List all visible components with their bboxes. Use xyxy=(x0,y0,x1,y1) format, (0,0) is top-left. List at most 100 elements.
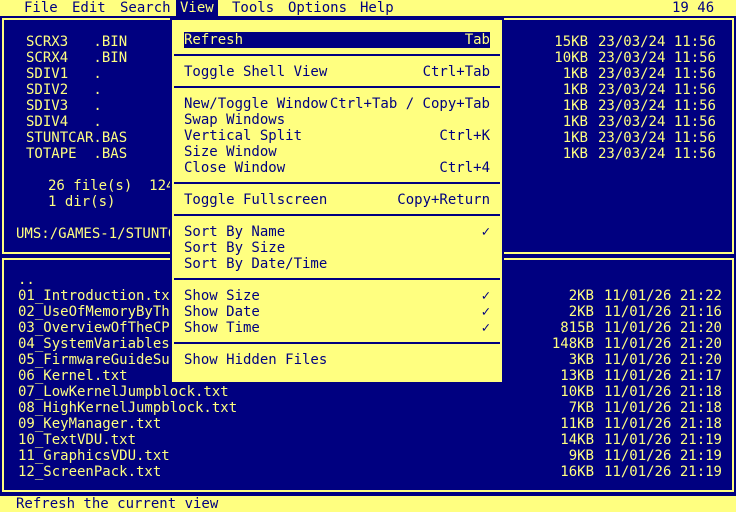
file-size: 16KB xyxy=(560,464,594,480)
menu-item-shortcut: Ctrl+4 xyxy=(439,160,490,176)
status-bar: Refresh the current view xyxy=(0,496,736,512)
menu-item-label: Vertical Split xyxy=(184,128,303,144)
menu-item-show-size[interactable]: Show Size ✓ xyxy=(184,288,490,304)
file-name: SDIV4 . xyxy=(26,114,102,130)
checkmark-icon: ✓ xyxy=(481,288,490,304)
menu-item-label: Show Size xyxy=(184,288,260,304)
file-date: 11/01/26 21:20 xyxy=(603,320,722,336)
file-date: 23/03/24 11:56 xyxy=(597,98,716,114)
file-date: 23/03/24 11:56 xyxy=(597,146,716,162)
menu-file[interactable]: File xyxy=(24,0,58,16)
file-date: 23/03/24 11:56 xyxy=(597,114,716,130)
status-text: Refresh the current view xyxy=(16,496,219,512)
file-name: STUNTCAR.BAS xyxy=(26,130,128,146)
menu-help[interactable]: Help xyxy=(360,0,394,16)
checkmark-icon: ✓ xyxy=(481,304,490,320)
file-name: 05_FirmwareGuideSum xyxy=(18,352,179,368)
view-menu-dropdown[interactable]: Refresh Tab Toggle Shell View Ctrl+Tab New/T… xyxy=(170,18,504,384)
menu-item-label: Sort By Size xyxy=(184,240,286,256)
menu-item-label: Toggle Shell View xyxy=(184,64,328,80)
file-name: SDIV3 . xyxy=(26,98,102,114)
menu-item-label: Size Window xyxy=(184,144,277,160)
checkmark-icon: ✓ xyxy=(481,320,490,336)
menu-item-label: Sort By Date/Time xyxy=(184,256,328,272)
file-size: 15KB xyxy=(554,34,588,50)
menu-item-refresh[interactable]: Refresh Tab xyxy=(184,32,490,48)
file-size: 13KB xyxy=(560,368,594,384)
file-name: 06_Kernel.txt xyxy=(18,368,128,384)
file-date: 11/01/26 21:17 xyxy=(603,368,722,384)
menu-item-sort-by-name[interactable]: Sort By Name ✓ xyxy=(184,224,490,240)
menu-item-new-toggle-window[interactable]: New/Toggle Window Ctrl+Tab / Copy+Tab xyxy=(184,96,490,112)
file-row[interactable]: 08_HighKernelJumpblock.txt 7KB 11/01/26 21… xyxy=(18,400,722,416)
menu-item-label: Close Window xyxy=(184,160,286,176)
menu-item-label: Show Hidden Files xyxy=(184,352,328,368)
file-row[interactable]: 07_LowKernelJumpblock.txt 10KB 11/01/26 21… xyxy=(18,384,722,400)
menu-item-show-date[interactable]: Show Date ✓ xyxy=(184,304,490,320)
file-name: 02_UseOfMemoryByThe xyxy=(18,304,179,320)
top-summary-dirs: 1 dir(s) xyxy=(48,194,116,210)
file-size: 1KB xyxy=(562,114,588,130)
file-row[interactable]: 09_KeyManager.txt 11KB 11/01/26 21:18 xyxy=(18,416,722,432)
menu-item-label: Show Time xyxy=(184,320,260,336)
file-size: 1KB xyxy=(562,66,588,82)
file-date: 11/01/26 21:16 xyxy=(603,304,722,320)
file-size: 3KB xyxy=(568,352,594,368)
file-name: 01_Introduction.txt xyxy=(18,288,179,304)
menu-tools[interactable]: Tools xyxy=(232,0,274,16)
file-size: 2KB xyxy=(568,288,594,304)
menu-item-toggle-shell-view[interactable]: Toggle Shell View Ctrl+Tab xyxy=(184,64,490,80)
menu-item-toggle-fullscreen[interactable]: Toggle Fullscreen Copy+Return xyxy=(184,192,490,208)
file-date: 11/01/26 21:20 xyxy=(603,336,722,352)
file-date: 11/01/26 21:22 xyxy=(603,288,722,304)
file-size: 148KB xyxy=(551,336,594,352)
file-size: 11KB xyxy=(560,416,594,432)
file-size: 1KB xyxy=(562,130,588,146)
file-size: 1KB xyxy=(562,146,588,162)
file-date: 23/03/24 11:56 xyxy=(597,50,716,66)
file-size: 2KB xyxy=(568,304,594,320)
file-row[interactable]: 10_TextVDU.txt 14KB 11/01/26 21:19 xyxy=(18,432,722,448)
file-date: 23/03/24 11:56 xyxy=(597,34,716,50)
menu-item-show-hidden-files[interactable]: Show Hidden Files xyxy=(184,352,490,368)
clock: 19 46 xyxy=(672,0,715,16)
file-size: 1KB xyxy=(562,98,588,114)
file-row[interactable]: 11_GraphicsVDU.txt 9KB 11/01/26 21:19 xyxy=(18,448,722,464)
parent-dir-entry[interactable]: .. xyxy=(18,272,35,288)
menu-item-sort-by-date-time[interactable]: Sort By Date/Time xyxy=(184,256,490,272)
menu-search[interactable]: Search xyxy=(120,0,171,16)
file-size: 1KB xyxy=(562,82,588,98)
menu-item-label: Swap Windows xyxy=(184,112,286,128)
menu-options[interactable]: Options xyxy=(288,0,347,16)
menu-item-sort-by-size[interactable]: Sort By Size xyxy=(184,240,490,256)
file-date: 11/01/26 21:18 xyxy=(603,400,722,416)
file-name: SCRX3 .BIN xyxy=(26,34,128,50)
file-name: 08_HighKernelJumpblock.txt xyxy=(18,400,238,416)
file-size: 14KB xyxy=(560,432,594,448)
file-date: 11/01/26 21:19 xyxy=(603,448,722,464)
menu-item-close-window[interactable]: Close Window Ctrl+4 xyxy=(184,160,490,176)
file-name: TOTAPE .BAS xyxy=(26,146,128,162)
menu-item-shortcut: Copy+Return xyxy=(397,192,490,208)
file-date: 11/01/26 21:19 xyxy=(603,432,722,448)
menu-item-swap-windows[interactable]: Swap Windows xyxy=(184,112,490,128)
menu-item-shortcut: Ctrl+Tab / Copy+Tab xyxy=(329,96,490,112)
menu-edit[interactable]: Edit xyxy=(72,0,106,16)
menu-item-shortcut: Ctrl+Tab xyxy=(422,64,490,80)
file-row[interactable]: 12_ScreenPack.txt 16KB 11/01/26 21:19 xyxy=(18,464,722,480)
file-name: 11_GraphicsVDU.txt xyxy=(18,448,170,464)
file-name: 09_KeyManager.txt xyxy=(18,416,162,432)
file-date: 11/01/26 21:19 xyxy=(603,464,722,480)
file-name: SDIV2 . xyxy=(26,82,102,98)
checkmark-icon: ✓ xyxy=(481,224,490,240)
file-name: 07_LowKernelJumpblock.txt xyxy=(18,384,229,400)
menu-item-vertical-split[interactable]: Vertical Split Ctrl+K xyxy=(184,128,490,144)
file-date: 11/01/26 21:18 xyxy=(603,384,722,400)
menu-item-label: Toggle Fullscreen xyxy=(184,192,328,208)
menu-item-size-window[interactable]: Size Window xyxy=(184,144,490,160)
menu-item-label: New/Toggle Window xyxy=(184,96,328,112)
menu-item-label: Sort By Name xyxy=(184,224,286,240)
menu-item-show-time[interactable]: Show Time ✓ xyxy=(184,320,490,336)
menu-separator xyxy=(174,214,500,216)
menu-view[interactable]: View xyxy=(176,0,218,16)
